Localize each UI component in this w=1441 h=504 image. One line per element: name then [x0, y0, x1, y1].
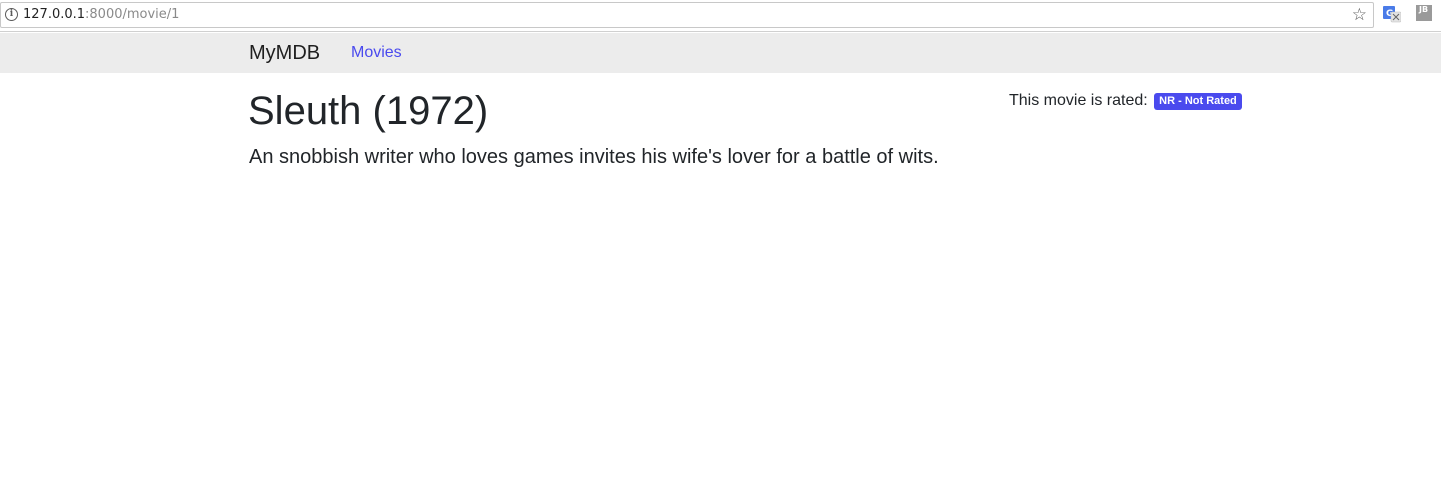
url-path: :8000/movie/1	[85, 7, 180, 22]
info-icon[interactable]: i	[5, 8, 18, 21]
site-navbar: MyMDB Movies	[0, 33, 1441, 73]
address-bar[interactable]: i 127.0.0.1:8000/movie/1 ☆	[0, 2, 1374, 28]
rating-label: This movie is rated:	[1009, 92, 1148, 109]
jb-label: JB	[1419, 5, 1429, 14]
browser-toolbar: i 127.0.0.1:8000/movie/1 ☆ G JB	[0, 0, 1441, 32]
movie-title: Sleuth (1972)	[248, 89, 489, 133]
rating-badge: NR - Not Rated	[1154, 93, 1242, 110]
nav-link-movies[interactable]: Movies	[351, 44, 402, 62]
rating-info: This movie is rated: NR - Not Rated	[1009, 92, 1242, 110]
star-icon[interactable]: ☆	[1352, 5, 1367, 25]
url-host: 127.0.0.1	[23, 7, 86, 22]
jb-extension-icon[interactable]: JB	[1416, 5, 1432, 21]
url-text[interactable]: 127.0.0.1:8000/movie/1	[23, 7, 179, 22]
movie-plot: An snobbish writer who loves games invit…	[249, 146, 939, 168]
google-translate-icon[interactable]: G	[1383, 5, 1402, 23]
brand-link[interactable]: MyMDB	[249, 42, 320, 64]
